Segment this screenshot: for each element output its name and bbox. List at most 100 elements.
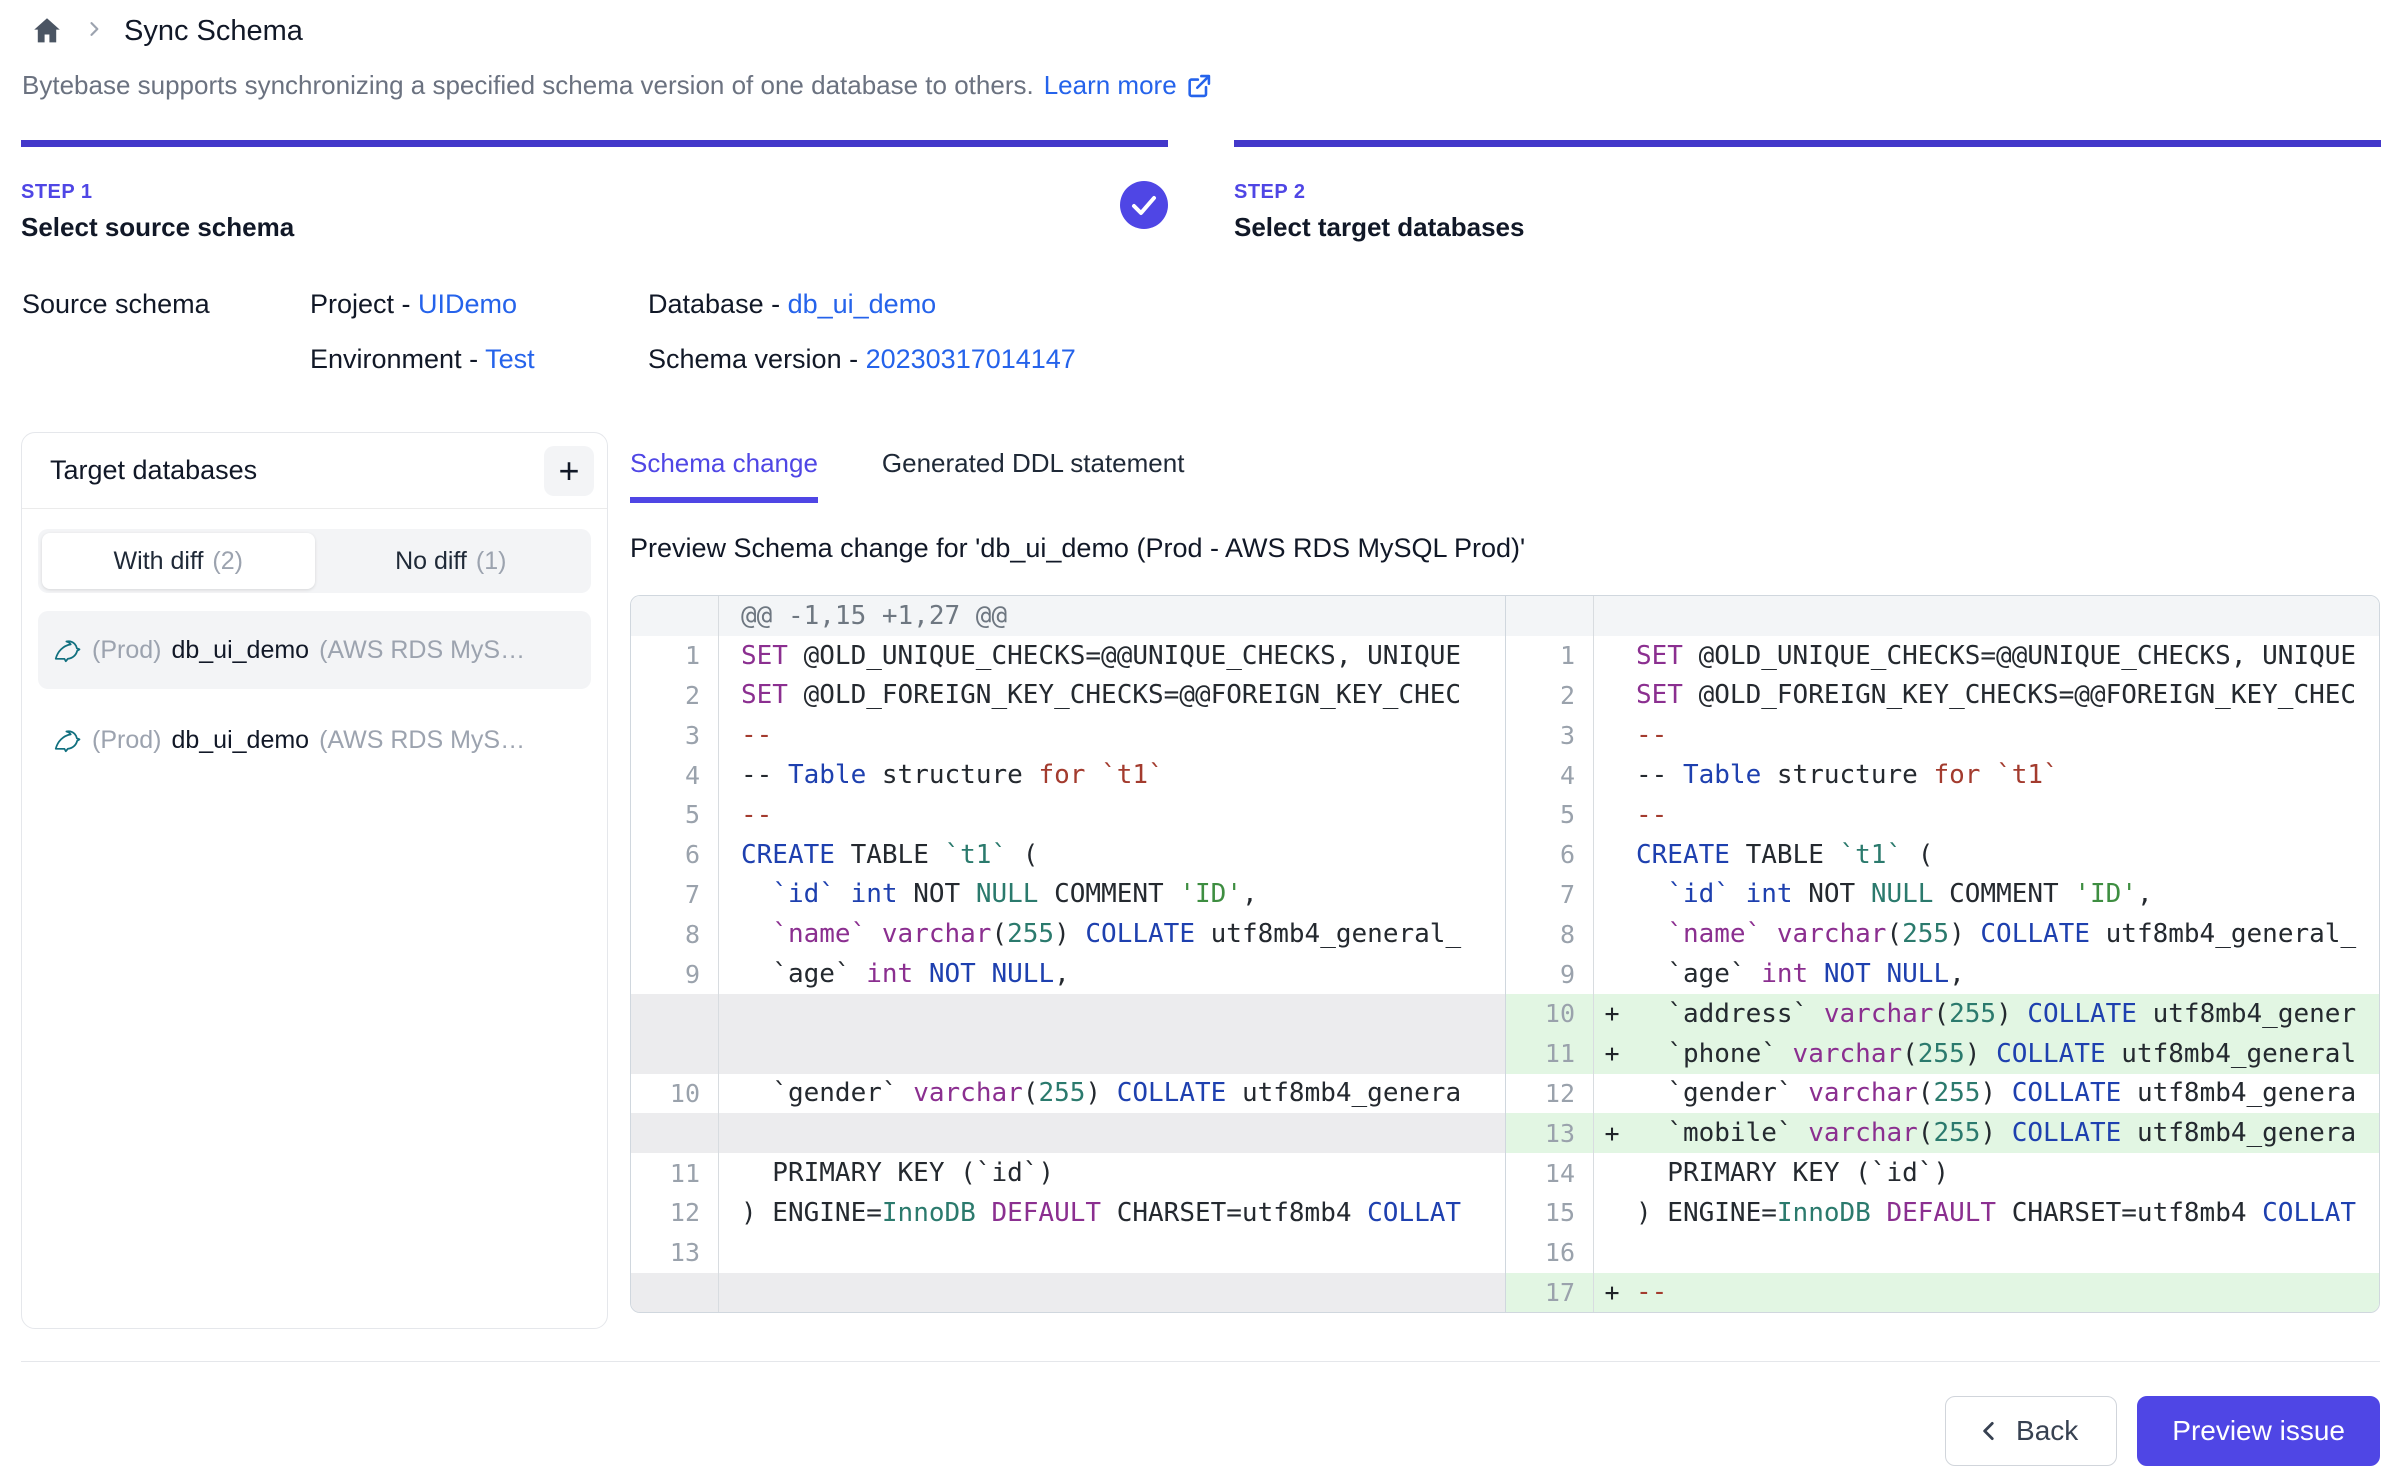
- target-tab-with-diff[interactable]: With diff(2): [42, 533, 315, 589]
- diff-row-right-17: 17+--: [1506, 1273, 2379, 1313]
- line-number: 3: [631, 715, 719, 755]
- line-number: 4: [631, 755, 719, 795]
- target-panel-header: Target databases +: [22, 433, 607, 509]
- project-field: Project - UIDemo: [310, 289, 648, 320]
- line-number: 9: [631, 954, 719, 994]
- target-database-item-2[interactable]: (Prod)db_ui_demo(AWS RDS MyS…: [38, 701, 591, 779]
- diff-row-left-12: 12) ENGINE=InnoDB DEFAULT CHARSET=utf8mb…: [631, 1193, 1505, 1233]
- diff-row-right-8: 8 `name` varchar(255) COLLATE utf8mb4_ge…: [1506, 914, 2379, 954]
- diff-row-left-11: 11 PRIMARY KEY (`id`): [631, 1153, 1505, 1193]
- line-number: [631, 1034, 719, 1074]
- diff-row-left-1: 1SET @OLD_UNIQUE_CHECKS=@@UNIQUE_CHECKS,…: [631, 636, 1505, 676]
- step-1-title: Select source schema: [21, 212, 294, 243]
- code-line: `name` varchar(255) COLLATE utf8mb4_gene…: [1630, 919, 2379, 949]
- db-environment: (Prod): [92, 636, 161, 665]
- line-number: 12: [1506, 1074, 1594, 1114]
- line-number: 14: [1506, 1153, 1594, 1193]
- code-line: PRIMARY KEY (`id`): [735, 1158, 1505, 1188]
- diff-row-left-5: 5--: [631, 795, 1505, 835]
- code-line: -- Table structure for `t1`: [1630, 760, 2379, 790]
- step-indicator: STEP 1 Select source schema STEP 2 Selec…: [21, 140, 2381, 243]
- environment-link[interactable]: Test: [485, 344, 535, 374]
- code-line: CREATE TABLE `t1` (: [735, 840, 1505, 870]
- preview-tabs: Schema change Generated DDL statement: [630, 448, 2380, 503]
- diff-row-right-4: 4-- Table structure for `t1`: [1506, 755, 2379, 795]
- code-line: PRIMARY KEY (`id`): [1630, 1158, 2379, 1188]
- diff-marker: +: [1594, 1119, 1630, 1148]
- diff-row-left-fill: [631, 1273, 1505, 1313]
- page-title: Sync Schema: [124, 15, 303, 48]
- database-field: Database - db_ui_demo: [648, 289, 1076, 320]
- project-link[interactable]: UIDemo: [418, 289, 517, 319]
- step-2: STEP 2 Select target databases: [1234, 140, 2381, 243]
- diff-row-right-14: 14 PRIMARY KEY (`id`): [1506, 1153, 2379, 1193]
- diff-row-left-6: 6CREATE TABLE `t1` (: [631, 835, 1505, 875]
- environment-field: Environment - Test: [310, 344, 648, 375]
- preview-issue-button[interactable]: Preview issue: [2137, 1396, 2380, 1466]
- chevron-right-icon: [84, 19, 104, 44]
- home-icon[interactable]: [30, 14, 64, 48]
- add-database-button[interactable]: +: [544, 446, 594, 496]
- source-schema-summary: Source schema Project - UIDemo Database …: [22, 289, 1076, 375]
- line-number: 3: [1506, 715, 1594, 755]
- diff-row-left-fill: [631, 1034, 1505, 1074]
- code-line: `gender` varchar(255) COLLATE utf8mb4_ge…: [735, 1078, 1505, 1108]
- line-number: 8: [631, 914, 719, 954]
- code-line: SET @OLD_UNIQUE_CHECKS=@@UNIQUE_CHECKS, …: [1630, 641, 2379, 671]
- diff-row-right-6: 6CREATE TABLE `t1` (: [1506, 835, 2379, 875]
- diff-row-right-7: 7 `id` int NOT NULL COMMENT 'ID',: [1506, 875, 2379, 915]
- code-line: ) ENGINE=InnoDB DEFAULT CHARSET=utf8mb4 …: [1630, 1198, 2379, 1228]
- db-name: db_ui_demo: [171, 726, 309, 755]
- mysql-dolphin-icon: [52, 725, 82, 755]
- line-number: [631, 596, 719, 636]
- schema-preview-region: Schema change Generated DDL statement Pr…: [630, 448, 2380, 1313]
- code-line: --: [1630, 720, 2379, 750]
- schema-diff-viewer: @@ -1,15 +1,27 @@1 SET @OLD_UNIQUE_CHECKS…: [630, 595, 2380, 1313]
- code-line: `phone` varchar(255) COLLATE utf8mb4_gen…: [1630, 1039, 2379, 1069]
- learn-more-link[interactable]: Learn more: [1044, 70, 1213, 101]
- tab-schema-change[interactable]: Schema change: [630, 448, 818, 503]
- preview-title: Preview Schema change for 'db_ui_demo (P…: [630, 533, 2380, 571]
- line-number: 1: [1506, 636, 1594, 676]
- diff-row-left-3: 3 --: [631, 715, 1505, 755]
- tab-generated-ddl[interactable]: Generated DDL statement: [882, 448, 1185, 503]
- page-description: Bytebase supports synchronizing a specif…: [22, 70, 1213, 101]
- footer-actions: Back Preview issue: [1945, 1396, 2380, 1466]
- source-schema-label: Source schema: [22, 289, 310, 320]
- diff-pane-modified: 1 SET @OLD_UNIQUE_CHECKS=@@UNIQUE_CHECKS,…: [1505, 596, 2379, 1312]
- diff-row-right-11: 11+ `phone` varchar(255) COLLATE utf8mb4…: [1506, 1034, 2379, 1074]
- target-tab-no-diff[interactable]: No diff(1): [315, 533, 588, 589]
- step-2-label: STEP 2: [1234, 181, 1524, 204]
- external-link-icon: [1185, 72, 1213, 100]
- target-database-item-1[interactable]: (Prod)db_ui_demo(AWS RDS MyS…: [38, 611, 591, 689]
- diff-row-left-7: 7 `id` int NOT NULL COMMENT 'ID',: [631, 875, 1505, 915]
- line-number: 13: [631, 1233, 719, 1273]
- back-button[interactable]: Back: [1945, 1396, 2117, 1466]
- diff-row-right-16: 16: [1506, 1233, 2379, 1273]
- target-databases-panel: Target databases + With diff(2)No diff(1…: [21, 432, 608, 1329]
- code-line: @@ -1,15 +1,27 @@: [735, 601, 1505, 631]
- line-number: [631, 1113, 719, 1153]
- line-number: 16: [1506, 1233, 1594, 1273]
- diff-pane-original: @@ -1,15 +1,27 @@ 1SET @OLD_UNIQUE_CHECKS…: [631, 596, 1505, 1312]
- line-number: 12: [631, 1193, 719, 1233]
- step-1-progress-bar: [21, 140, 1168, 147]
- diff-row-right-2: 2SET @OLD_FOREIGN_KEY_CHECKS=@@FOREIGN_K…: [1506, 676, 2379, 716]
- diff-row-left-fill: [631, 994, 1505, 1034]
- diff-row-left-9: 9 `age` int NOT NULL,: [631, 954, 1505, 994]
- code-line: CREATE TABLE `t1` (: [1630, 840, 2379, 870]
- footer-divider: [21, 1361, 2380, 1362]
- line-number: [631, 1273, 719, 1313]
- database-link[interactable]: db_ui_demo: [788, 289, 937, 319]
- diff-row-left-10: 10 `gender` varchar(255) COLLATE utf8mb4…: [631, 1074, 1505, 1114]
- diff-row-right-5: 5--: [1506, 795, 2379, 835]
- code-line: --: [735, 720, 1505, 750]
- code-line: --: [735, 800, 1505, 830]
- diff-row-right-13: 13+ `mobile` varchar(255) COLLATE utf8mb…: [1506, 1113, 2379, 1153]
- code-line: --: [1630, 800, 2379, 830]
- line-number: 10: [1506, 994, 1594, 1034]
- diff-row-right-15: 15) ENGINE=InnoDB DEFAULT CHARSET=utf8mb…: [1506, 1193, 2379, 1233]
- schema-version-link[interactable]: 20230317014147: [866, 344, 1076, 374]
- code-line: `address` varchar(255) COLLATE utf8mb4_g…: [1630, 999, 2379, 1029]
- diff-marker: +: [1594, 1278, 1630, 1307]
